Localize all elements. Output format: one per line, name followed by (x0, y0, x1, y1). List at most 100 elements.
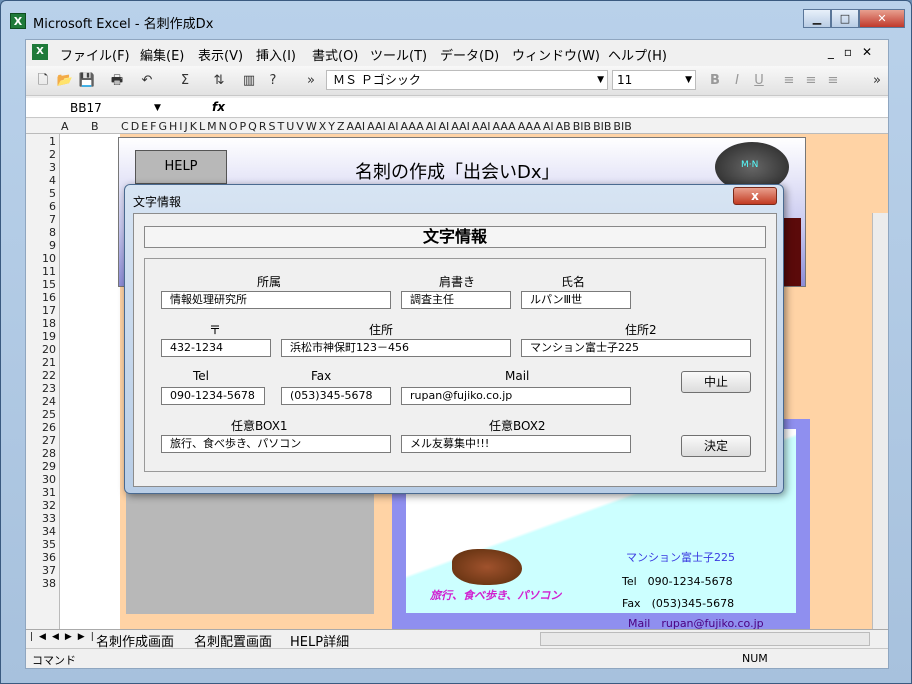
row-header-cell[interactable]: 30 (26, 474, 56, 486)
save-icon[interactable]: 💾 (78, 72, 96, 90)
title-bar[interactable]: X Microsoft Excel - 名刺作成Dx ▁ □ ✕ (1, 1, 911, 35)
row-header-cell[interactable]: 2 (26, 149, 56, 161)
box1-field[interactable]: 旅行、食べ歩き、パソコン (161, 435, 391, 453)
column-header[interactable]: A B C D E F G H I J K L M N O P Q R S T U V W X Y Z AAI AAI AI AAA AI A… (26, 119, 888, 134)
underline-icon[interactable]: U (750, 72, 768, 90)
row-header-cell[interactable]: 16 (26, 292, 56, 304)
column-header-cell[interactable]: BIB (592, 120, 612, 133)
row-header-cell[interactable]: 33 (26, 513, 56, 525)
column-header-cell[interactable]: AAA (517, 120, 542, 133)
mdi-window-buttons[interactable]: _▫✕ (828, 45, 882, 59)
row-header-cell[interactable]: 26 (26, 422, 56, 434)
row-header-cell[interactable]: 21 (26, 357, 56, 369)
row-header-cell[interactable]: 38 (26, 578, 56, 590)
column-header-cell[interactable]: AI (542, 120, 555, 133)
column-header-cell[interactable]: X (318, 120, 328, 133)
column-header-cell[interactable]: AAA (400, 120, 425, 133)
menu-help[interactable]: ヘルプ(H) (608, 45, 667, 64)
column-header-cell[interactable]: AAI (450, 120, 471, 133)
affiliation-field[interactable]: 情報処理研究所 (161, 291, 391, 309)
address-field[interactable]: 浜松市神保町123－456 (281, 339, 511, 357)
column-header-cell[interactable]: F (149, 120, 157, 133)
column-header-cell[interactable]: B (90, 120, 120, 133)
print-icon[interactable]: 🖶 (108, 72, 126, 90)
column-header-cell[interactable]: D (130, 120, 140, 133)
row-header-cell[interactable]: 27 (26, 435, 56, 447)
column-header-cell[interactable]: M (206, 120, 218, 133)
maximize-button[interactable]: □ (831, 9, 859, 28)
row-header-cell[interactable]: 37 (26, 565, 56, 577)
align-left-icon[interactable]: ≡ (780, 72, 798, 90)
row-header-cell[interactable]: 1 (26, 136, 56, 148)
zip-field[interactable]: 432-1234 (161, 339, 271, 357)
column-header-cell[interactable]: AB (555, 120, 572, 133)
undo-icon[interactable]: ↶ (138, 72, 156, 90)
column-header-cell[interactable]: BIB (572, 120, 592, 133)
column-header-cell[interactable]: V (295, 120, 305, 133)
mail-field[interactable]: rupan@fujiko.co.jp (401, 387, 631, 405)
sort-ascending-icon[interactable]: ⇅ (210, 72, 228, 90)
cancel-button[interactable]: 中止 (681, 371, 751, 393)
row-header-cell[interactable]: 24 (26, 396, 56, 408)
column-header-cell[interactable]: T (276, 120, 285, 133)
chart-wizard-icon[interactable]: ▥ (240, 72, 258, 90)
name-field[interactable]: ルパンⅢ世 (521, 291, 631, 309)
row-header[interactable]: 1 2 3 4 5 6 7 8 9 10 11 15 16 17 18 19 20 21 22 23 24 25 26 27 2… (26, 134, 60, 629)
row-header-cell[interactable]: 15 (26, 279, 56, 291)
menu-tools[interactable]: ツール(T) (370, 45, 427, 64)
column-header-cell[interactable]: AAI (366, 120, 387, 133)
row-header-cell[interactable]: 29 (26, 461, 56, 473)
row-header-cell[interactable]: 17 (26, 305, 56, 317)
column-header-cell[interactable]: A (60, 120, 90, 133)
close-window-button[interactable]: ✕ (859, 9, 905, 28)
row-header-cell[interactable]: 22 (26, 370, 56, 382)
column-header-cell[interactable]: C (120, 120, 130, 133)
menu-data[interactable]: データ(D) (440, 45, 499, 64)
row-header-cell[interactable]: 4 (26, 175, 56, 187)
row-header-cell[interactable]: 18 (26, 318, 56, 330)
column-header-cell[interactable]: P (239, 120, 248, 133)
help-icon[interactable]: ? (264, 72, 282, 90)
row-header-cell[interactable]: 28 (26, 448, 56, 460)
fax-field[interactable]: (053)345-5678 (281, 387, 391, 405)
box2-field[interactable]: メル友募集中!!! (401, 435, 631, 453)
position-field[interactable]: 調査主任 (401, 291, 511, 309)
menu-insert[interactable]: 挿入(I) (256, 45, 296, 64)
row-header-cell[interactable]: 7 (26, 214, 56, 226)
column-header-cell[interactable]: AI (387, 120, 400, 133)
column-header-cell[interactable]: S (268, 120, 277, 133)
row-header-cell[interactable]: 8 (26, 227, 56, 239)
menu-view[interactable]: 表示(V) (198, 45, 243, 64)
row-header-cell[interactable]: 10 (26, 253, 56, 265)
row-header-cell[interactable]: 6 (26, 201, 56, 213)
open-folder-icon[interactable]: 📂 (56, 72, 74, 90)
align-center-icon[interactable]: ≡ (802, 72, 820, 90)
row-header-cell[interactable]: 19 (26, 331, 56, 343)
column-header-cell[interactable]: N (218, 120, 228, 133)
menu-edit[interactable]: 編集(E) (140, 45, 184, 64)
column-header-cell[interactable]: R (258, 120, 268, 133)
new-file-icon[interactable]: 🗋 (34, 72, 52, 90)
row-header-cell[interactable]: 36 (26, 552, 56, 564)
column-header-cell[interactable]: Q (247, 120, 258, 133)
toolbar-options-icon[interactable]: » (302, 72, 320, 90)
row-header-cell[interactable]: 9 (26, 240, 56, 252)
column-header-cell[interactable]: O (228, 120, 239, 133)
function-icon[interactable]: fx (212, 100, 225, 114)
row-header-cell[interactable]: 11 (26, 266, 56, 278)
row-header-cell[interactable]: 35 (26, 539, 56, 551)
row-header-cell[interactable]: 31 (26, 487, 56, 499)
address2-field[interactable]: マンション富士子225 (521, 339, 751, 357)
workbook-icon[interactable]: X (32, 44, 48, 60)
name-box[interactable]: BB17 ▼ (26, 98, 166, 118)
column-header-cell[interactable]: E (140, 120, 149, 133)
column-header-cell[interactable]: Y (327, 120, 336, 133)
menu-file[interactable]: ファイル(F) (60, 45, 130, 64)
sheet-nav-arrows-icon[interactable]: |◀◀▶▶| (30, 632, 100, 642)
ok-button[interactable]: 決定 (681, 435, 751, 457)
column-header-cell[interactable]: G (157, 120, 168, 133)
tel-field[interactable]: 090-1234-5678 (161, 387, 265, 405)
row-header-cell[interactable]: 32 (26, 500, 56, 512)
help-button[interactable]: HELP (135, 150, 227, 184)
font-size-select[interactable]: 11 ▼ (612, 70, 696, 90)
